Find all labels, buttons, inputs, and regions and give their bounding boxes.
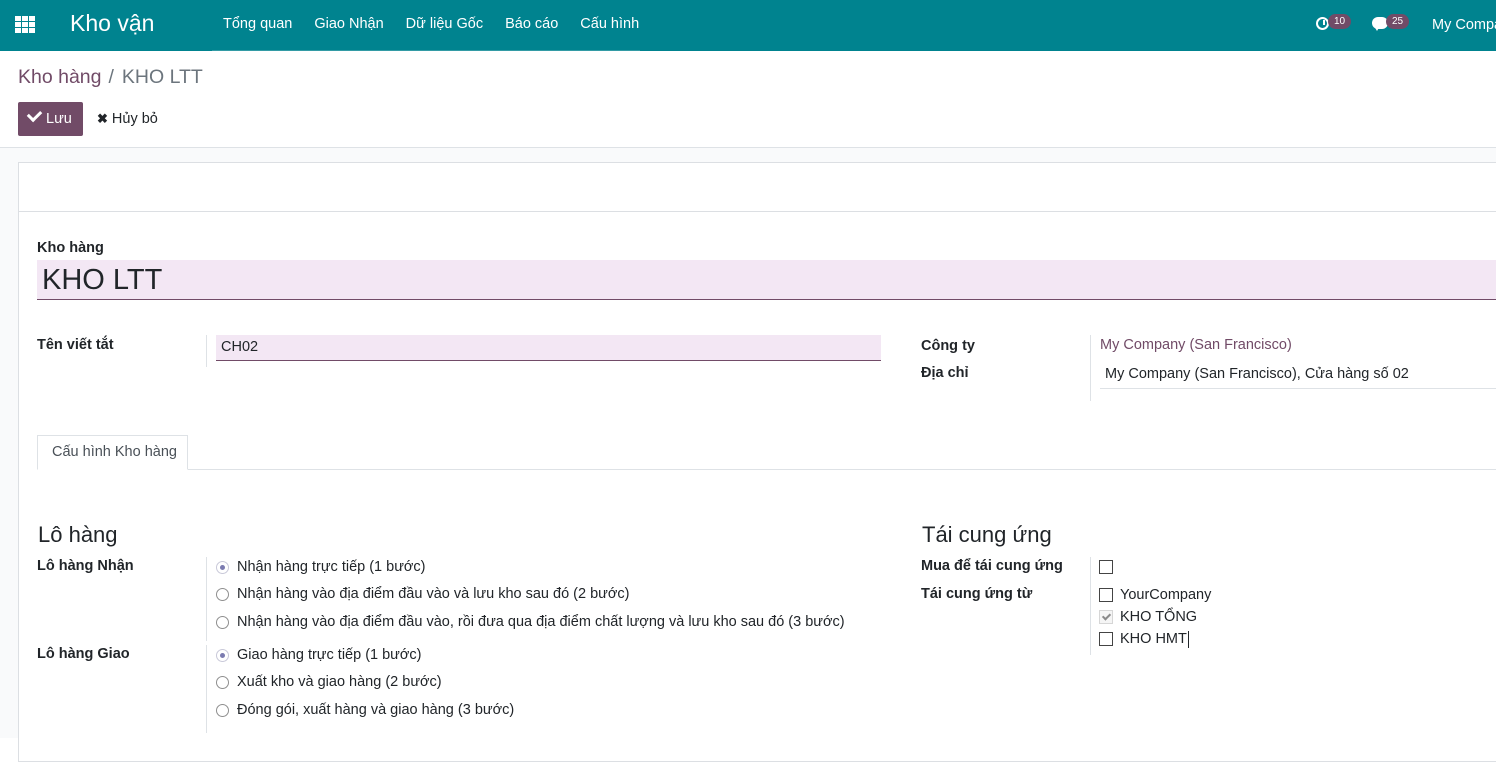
tabs-divider xyxy=(37,469,1496,470)
buy-to-resupply-label: Mua để tái cung ứng xyxy=(921,558,1063,574)
app-title: Kho vận xyxy=(70,10,155,36)
resupply-from-option-2[interactable]: KHO TỔNG xyxy=(1099,607,1197,627)
checkbox-checked[interactable] xyxy=(1099,610,1113,624)
short-name-label: Tên viết tắt xyxy=(37,337,114,353)
option-label: KHO TỔNG xyxy=(1120,609,1198,625)
incoming-shipments-label: Lô hàng Nhận xyxy=(37,558,134,574)
short-name-input[interactable]: CH02 xyxy=(216,335,881,361)
field-divider xyxy=(206,645,207,733)
radio[interactable] xyxy=(216,615,229,629)
option-label: Nhận hàng trực tiếp (1 bước) xyxy=(237,559,426,575)
field-divider xyxy=(1090,335,1091,401)
radio[interactable] xyxy=(216,675,229,689)
company-switcher[interactable]: My Compa xyxy=(1432,0,1496,51)
sheet-header-divider xyxy=(19,211,1496,212)
main-menu: Tổng quan Giao Nhận Dữ liệu Gốc Báo cáo … xyxy=(212,0,650,51)
breadcrumb-parent[interactable]: Kho hàng xyxy=(18,66,102,88)
shipments-title: Lô hàng xyxy=(38,522,118,547)
option-label: Xuất kho và giao hàng (2 bước) xyxy=(237,674,442,690)
option-label: KHO HMT xyxy=(1120,631,1187,647)
tab-label: Cấu hình Kho hàng xyxy=(52,444,177,460)
option-label: YourCompany xyxy=(1120,587,1212,603)
address-label: Địa chỉ xyxy=(921,365,969,381)
radio[interactable] xyxy=(216,703,229,717)
discard-button[interactable]: ✖ Hủy bỏ xyxy=(97,102,158,136)
resupply-from-option-3[interactable]: KHO HMT xyxy=(1099,629,1189,649)
clock-icon xyxy=(1316,17,1329,30)
incoming-option-2[interactable]: Nhận hàng vào địa điểm đầu vào và lưu kh… xyxy=(216,584,629,604)
option-label: Giao hàng trực tiếp (1 bước) xyxy=(237,647,422,663)
radio[interactable] xyxy=(216,587,229,601)
company-field[interactable]: My Company (San Francisco) xyxy=(1100,337,1292,353)
incoming-option-1[interactable]: Nhận hàng trực tiếp (1 bước) xyxy=(216,557,426,577)
checkbox[interactable] xyxy=(1099,632,1113,646)
warehouse-name-input[interactable]: KHO LTT xyxy=(37,260,1496,300)
warehouse-name-label: Kho hàng xyxy=(37,240,104,256)
breadcrumb-current: KHO LTT xyxy=(121,66,203,88)
close-icon: ✖ xyxy=(97,111,108,126)
apps-menu-button[interactable] xyxy=(0,0,52,51)
outgoing-option-3[interactable]: Đóng gói, xuất hàng và giao hàng (3 bước… xyxy=(216,700,514,720)
field-divider xyxy=(1090,557,1091,655)
top-navbar: Kho vận Tổng quan Giao Nhận Dữ liệu Gốc … xyxy=(0,0,1496,52)
messages-badge: 25 xyxy=(1386,14,1410,29)
menu-underline xyxy=(212,50,640,51)
activity-button[interactable]: 10 xyxy=(1316,14,1352,36)
field-divider xyxy=(206,557,207,641)
app-brand[interactable]: Kho vận xyxy=(53,0,210,52)
short-name-value: CH02 xyxy=(221,339,259,355)
outgoing-option-2[interactable]: Xuất kho và giao hàng (2 bước) xyxy=(216,672,442,692)
incoming-option-3[interactable]: Nhận hàng vào địa điểm đầu vào, rồi đưa … xyxy=(216,612,845,632)
outgoing-shipments-label: Lô hàng Giao xyxy=(37,646,130,662)
option-label: Đóng gói, xuất hàng và giao hàng (3 bước… xyxy=(237,702,515,718)
discard-label: Hủy bỏ xyxy=(111,111,158,127)
text-cursor xyxy=(1187,630,1189,648)
tab-warehouse-config[interactable]: Cấu hình Kho hàng xyxy=(37,435,188,470)
radio-selected[interactable] xyxy=(216,560,229,574)
outgoing-option-1[interactable]: Giao hàng trực tiếp (1 bước) xyxy=(216,645,421,665)
resupply-from-label: Tái cung ứng từ xyxy=(921,586,1033,602)
resupply-from-option-1[interactable]: YourCompany xyxy=(1099,585,1211,605)
check-icon xyxy=(26,106,43,123)
menu-item-configuration[interactable]: Cấu hình xyxy=(569,0,650,51)
option-label: Nhận hàng vào địa điểm đầu vào và lưu kh… xyxy=(237,586,630,602)
option-label: Nhận hàng vào địa điểm đầu vào, rồi đưa … xyxy=(237,614,845,630)
menu-item-reporting[interactable]: Báo cáo xyxy=(494,0,569,51)
breadcrumb: Kho hàng / KHO LTT xyxy=(18,66,203,89)
menu-item-operations[interactable]: Giao Nhận xyxy=(303,0,394,51)
menu-item-master-data[interactable]: Dữ liệu Gốc xyxy=(395,0,494,51)
grid-icon xyxy=(15,16,35,33)
activity-badge: 10 xyxy=(1328,14,1352,29)
save-button[interactable]: Lưu xyxy=(18,102,83,136)
radio-selected[interactable] xyxy=(216,648,229,662)
warehouse-name-value: KHO LTT xyxy=(42,264,163,296)
resupply-title: Tái cung ứng xyxy=(922,522,1052,547)
checkbox[interactable] xyxy=(1099,588,1113,602)
menu-item-overview[interactable]: Tổng quan xyxy=(212,0,303,51)
company-label: Công ty xyxy=(921,338,975,354)
buy-to-resupply-checkbox[interactable] xyxy=(1099,557,1120,577)
save-label: Lưu xyxy=(46,111,72,127)
breadcrumb-separator: / xyxy=(108,66,114,88)
address-value: My Company (San Francisco), Cửa hàng số … xyxy=(1105,366,1409,382)
checkbox[interactable] xyxy=(1099,560,1113,574)
messages-button[interactable]: 25 xyxy=(1372,14,1410,36)
field-divider xyxy=(206,335,207,367)
address-input[interactable]: My Company (San Francisco), Cửa hàng số … xyxy=(1100,362,1496,389)
